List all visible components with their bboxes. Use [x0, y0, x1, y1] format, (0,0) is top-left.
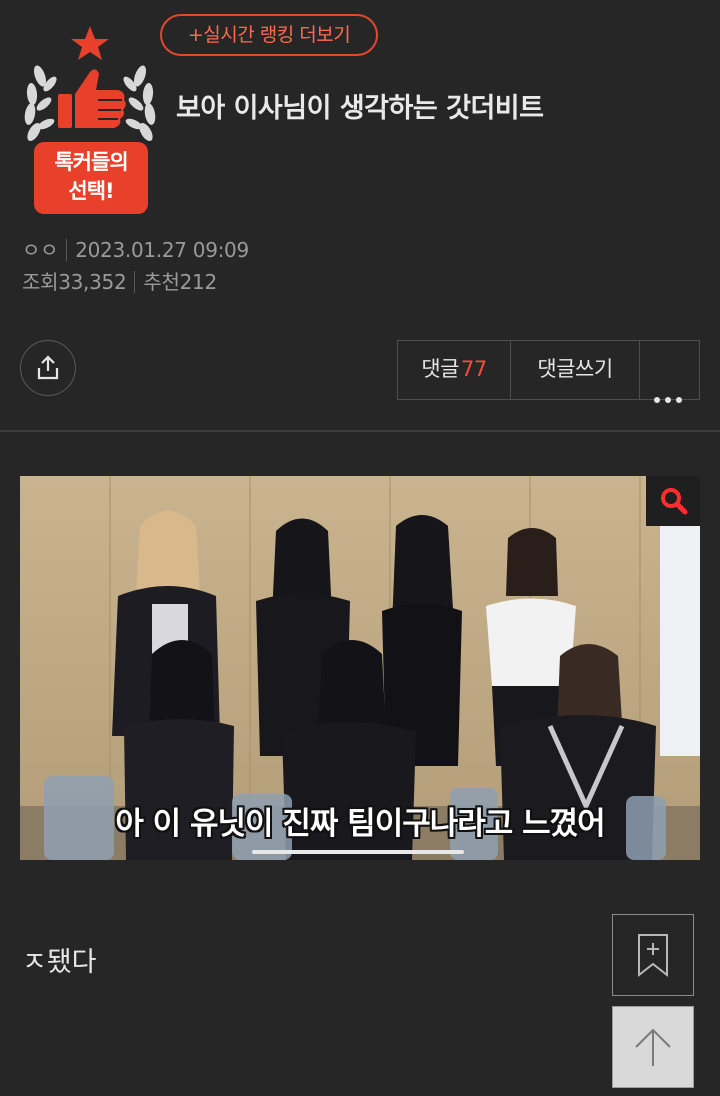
arrow-up-icon: [635, 1028, 671, 1066]
talkers-choice-badge: 톡커들의 선택!: [20, 24, 160, 220]
share-button[interactable]: [20, 340, 76, 396]
post-title: 보아 이사님이 생각하는 갓더비트: [176, 93, 544, 124]
section-divider: [0, 430, 720, 432]
author-name[interactable]: ㅇㅇ: [22, 238, 59, 262]
realtime-ranking-button[interactable]: +실시간 랭킹 더보기: [160, 14, 378, 56]
zoom-image-button[interactable]: [646, 476, 700, 526]
post-datetime: 2023.01.27 09:09: [75, 238, 249, 262]
bookmark-button[interactable]: [612, 914, 694, 996]
share-icon: [37, 355, 59, 380]
search-icon: [661, 488, 688, 515]
meta-separator: [134, 271, 136, 293]
post-meta-stats: 조회33,352 추천212: [22, 266, 217, 295]
post-image[interactable]: 아 이 유닛이 진짜 팀이구나라고 느꼈어: [20, 476, 700, 860]
comments-label: 댓글: [421, 357, 459, 381]
scroll-to-top-button[interactable]: [612, 1006, 694, 1088]
views-label: 조회: [22, 270, 59, 294]
recommend-label: 추천: [143, 270, 180, 294]
bookmark-plus-icon: [638, 934, 668, 978]
meta-separator: [66, 239, 68, 261]
more-dots-icon: [654, 368, 687, 425]
post-meta-author-date: ㅇㅇ 2023.01.27 09:09: [22, 234, 249, 263]
comments-count: 77: [460, 357, 487, 381]
recommend-count: 212: [179, 270, 218, 294]
badge-label-line1: 톡커들의: [54, 150, 128, 174]
write-comment-button[interactable]: 댓글쓰기: [511, 340, 640, 400]
more-options-button[interactable]: [640, 340, 700, 403]
image-caption: 아 이 유닛이 진짜 팀이구나라고 느꼈어: [115, 806, 605, 842]
badge-label-line2: 선택!: [68, 179, 114, 203]
post-body-text: ㅈ됐다: [22, 947, 97, 978]
badge-label: 톡커들의 선택!: [34, 142, 148, 214]
comments-button[interactable]: 댓글77: [397, 340, 511, 400]
views-count: 33,352: [58, 270, 127, 294]
subtitle-underline: [252, 850, 464, 854]
